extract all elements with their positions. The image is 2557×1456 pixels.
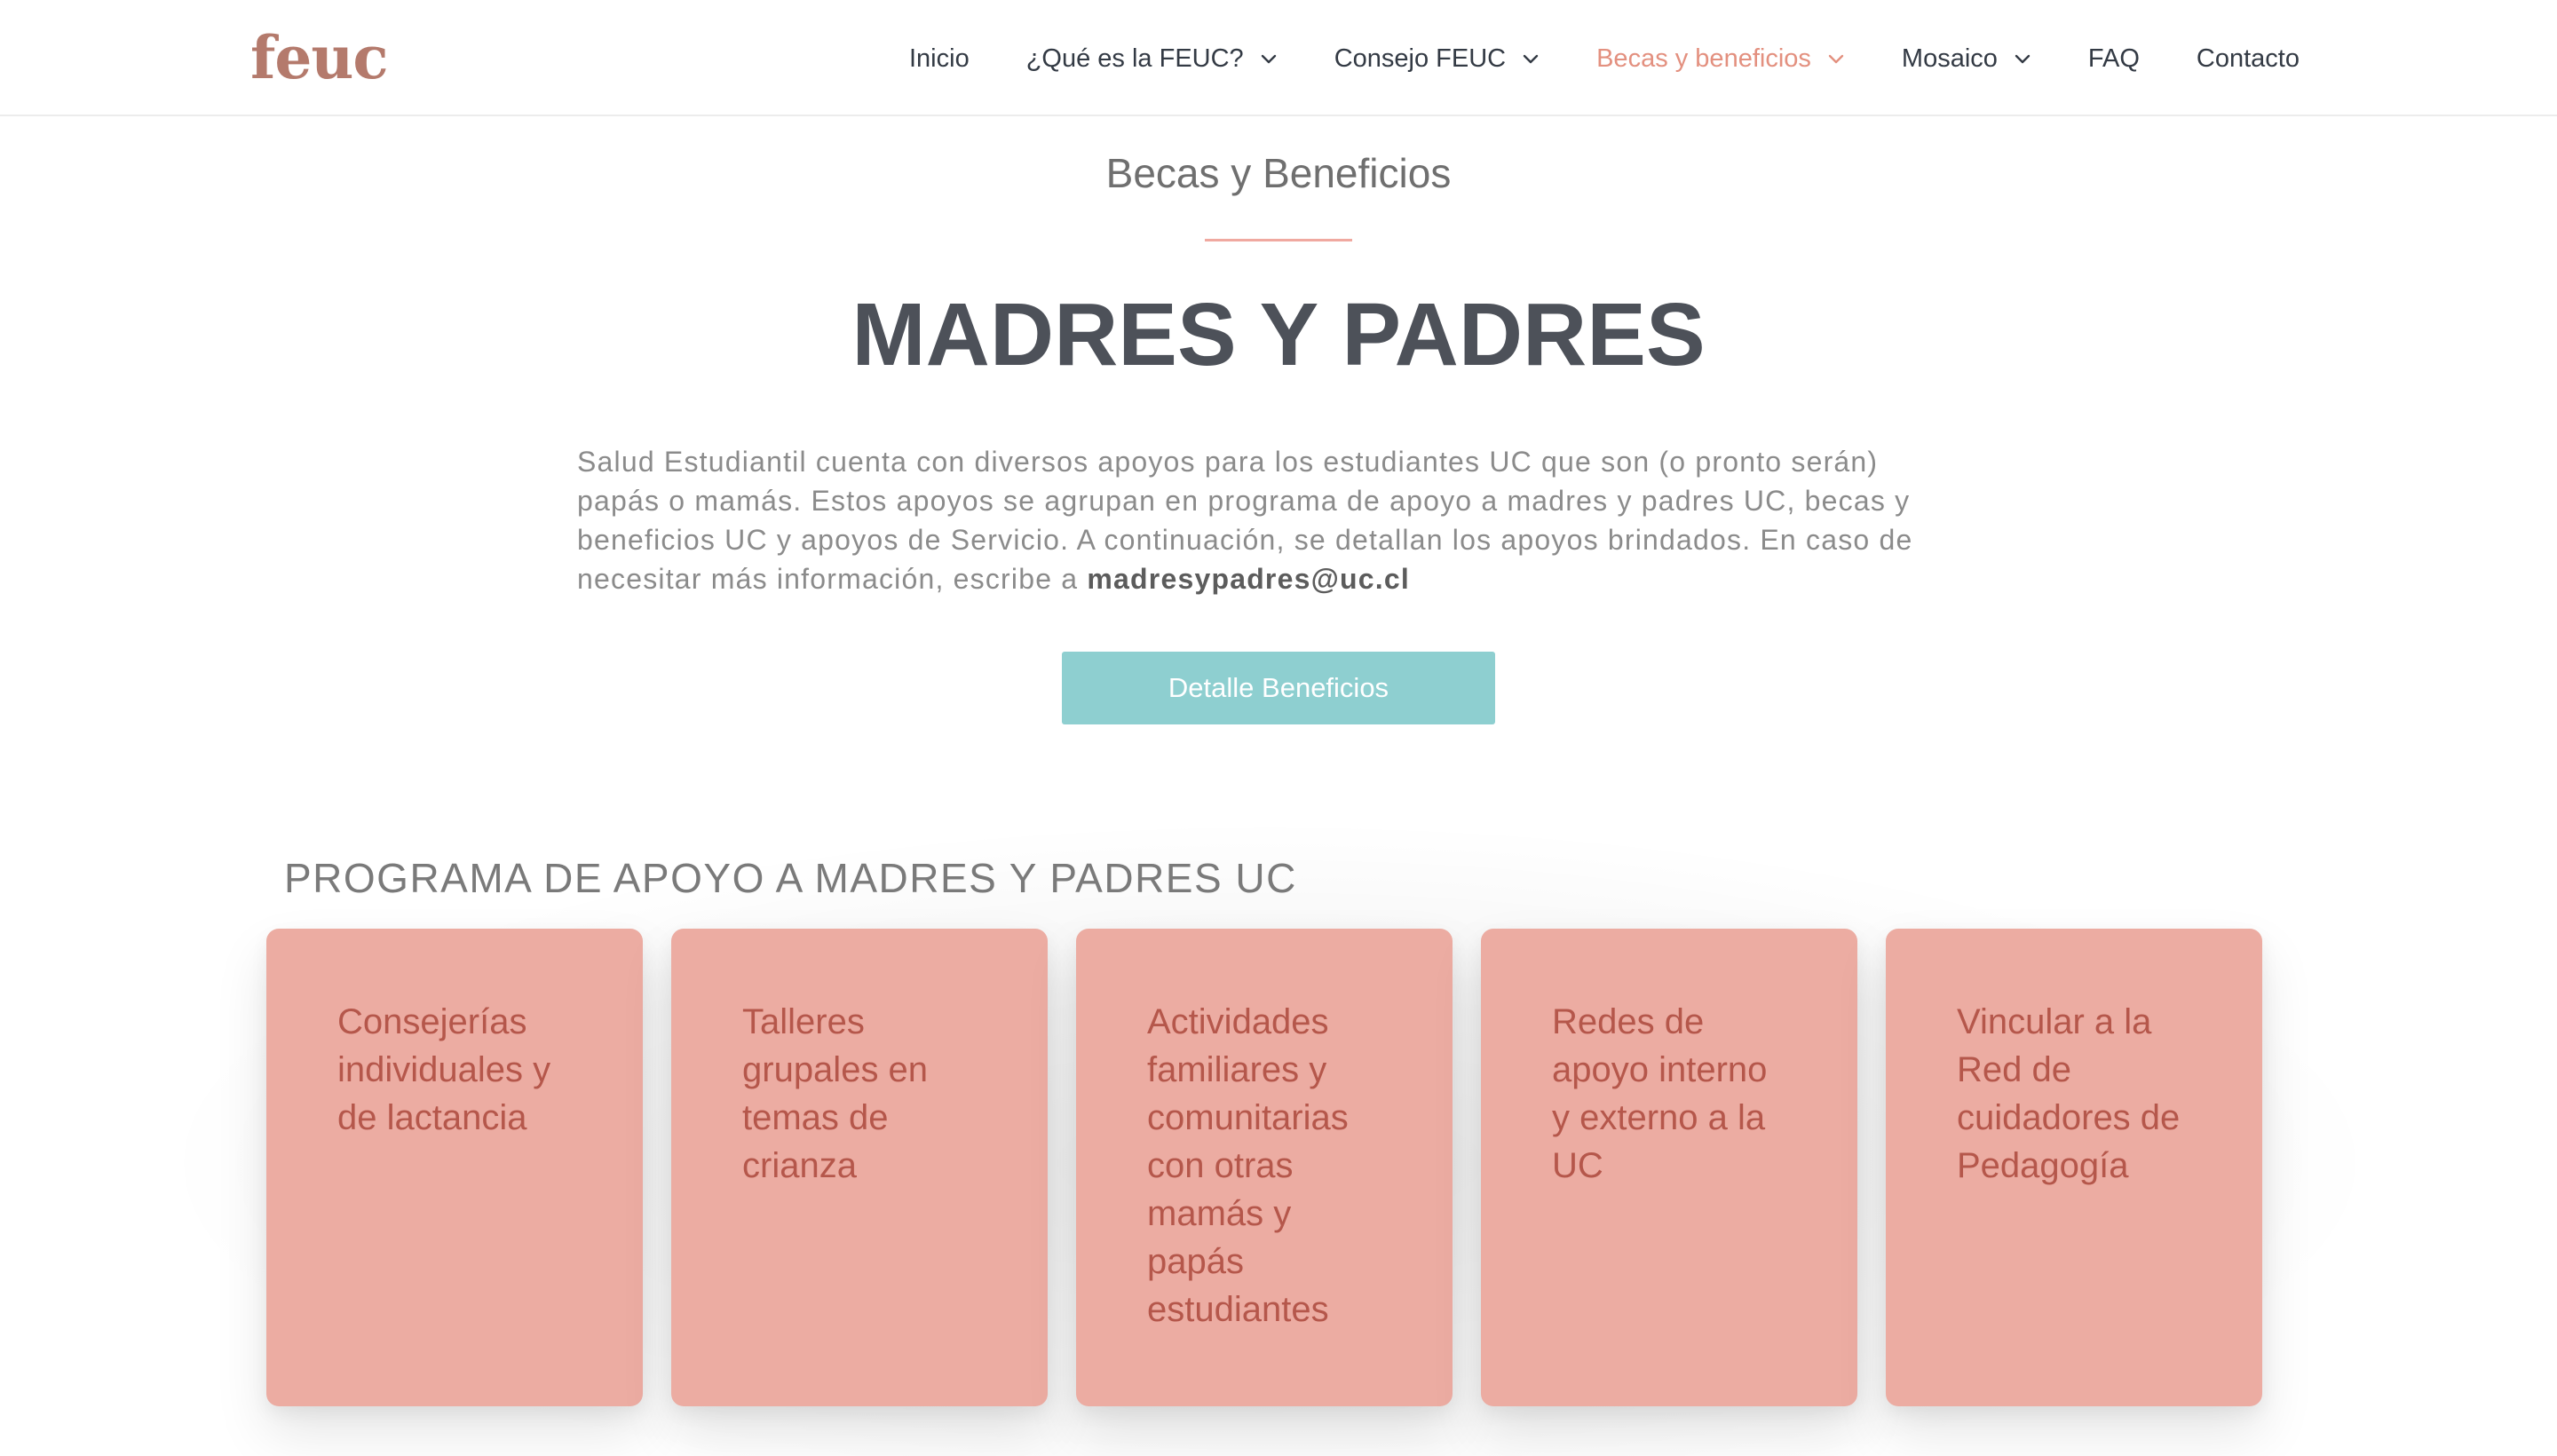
intro-line: Salud Estudiantil cuenta con diversos ap… — [577, 446, 1879, 478]
card-label-line: grupales en — [742, 1050, 929, 1089]
nav-item-label: Contacto — [2196, 44, 2300, 73]
nav-item-inicio[interactable]: Inicio — [909, 39, 970, 78]
nav-item-mosaico[interactable]: Mosaico — [1902, 39, 2031, 78]
nav-item-faq[interactable]: FAQ — [2088, 39, 2140, 78]
site-header: feuc Inicio ¿Qué es la FEUC? Consejo FEU… — [0, 0, 2557, 116]
main-nav: Inicio ¿Qué es la FEUC? Consejo FEUC Bec… — [909, 39, 2300, 78]
nav-item-label: Consejo FEUC — [1334, 44, 1507, 73]
card-label-line: papás — [1147, 1242, 1244, 1281]
card-label-line: apoyo interno — [1552, 1050, 1768, 1089]
page-title: MADRES Y PADRES — [851, 285, 1706, 384]
card-label-line: cuidadores de — [1957, 1098, 2181, 1137]
section-title: PROGRAMA DE APOYO A MADRES Y PADRES UC — [284, 855, 1297, 901]
page: feuc Inicio ¿Qué es la FEUC? Consejo FEU… — [0, 0, 2557, 1456]
nav-item-label: FAQ — [2087, 44, 2140, 73]
card-label-line: temas de — [742, 1098, 889, 1137]
card-label-line: Actividades — [1147, 1002, 1329, 1041]
program-card-actividades[interactable]: Actividades familiares y comunitarias co… — [1076, 929, 1453, 1406]
card-label-line: Vincular a la — [1957, 1002, 2152, 1041]
nav-item-becas-y-beneficios[interactable]: Becas y beneficios — [1596, 39, 1845, 78]
program-card-consejerias[interactable]: Consejerías individuales y de lactancia — [266, 929, 643, 1406]
card-label: Talleres grupales en temas de crianza — [742, 998, 1000, 1190]
card-label-line: mamás y — [1147, 1194, 1292, 1233]
nav-item-label: ¿Qué es la FEUC? — [1025, 44, 1244, 73]
card-label-line: Pedagogía — [1957, 1146, 2129, 1185]
nav-item-label: Mosaico — [1901, 44, 1998, 73]
nav-item-label: Inicio — [909, 44, 970, 73]
card-label-line: Redes de — [1552, 1002, 1705, 1041]
nav-item-consejo-feuc[interactable]: Consejo FEUC — [1334, 39, 1540, 78]
chevron-down-icon — [1827, 50, 1845, 67]
intro-line: beneficios UC y apoyos de Servicio. A co… — [577, 524, 1913, 556]
program-card-vincular[interactable]: Vincular a la Red de cuidadores de Pedag… — [1886, 929, 2262, 1406]
nav-item-contacto[interactable]: Contacto — [2197, 39, 2300, 78]
card-label: Consejerías individuales y de lactancia — [337, 998, 595, 1142]
detalle-beneficios-button[interactable]: Detalle Beneficios — [1062, 652, 1495, 724]
feuc-logo[interactable]: feuc — [250, 23, 389, 92]
intro-paragraph: Salud Estudiantil cuenta con diversos ap… — [577, 442, 1989, 598]
card-label-line: UC — [1552, 1146, 1603, 1185]
chevron-down-icon — [1522, 50, 1540, 67]
nav-item-label: Becas y beneficios — [1596, 44, 1811, 73]
intro-line: papás o mamás. Estos apoyos se agrupan e… — [577, 485, 1911, 517]
card-label-line: familiares y — [1147, 1050, 1327, 1089]
program-card-talleres[interactable]: Talleres grupales en temas de crianza — [671, 929, 1048, 1406]
card-label: Redes de apoyo interno y externo a la UC — [1552, 998, 1809, 1190]
contact-email[interactable]: madresypadres@uc.cl — [1087, 563, 1410, 595]
chevron-down-icon — [1260, 50, 1278, 67]
chevron-down-icon — [2014, 50, 2031, 67]
card-label-line: Red de — [1957, 1050, 2071, 1089]
card-label-line: estudiantes — [1147, 1290, 1329, 1329]
card-label-line: comunitarias — [1147, 1098, 1349, 1137]
program-card-redes[interactable]: Redes de apoyo interno y externo a la UC — [1481, 929, 1857, 1406]
card-label-line: con otras — [1147, 1146, 1294, 1185]
card-label-line: y externo a la — [1552, 1098, 1766, 1137]
nav-item-que-es-la-feuc[interactable]: ¿Qué es la FEUC? — [1026, 39, 1278, 78]
card-label-line: Consejerías — [337, 1002, 527, 1041]
card-label-line: Talleres — [742, 1002, 865, 1041]
page-subtitle: Becas y Beneficios — [1105, 150, 1452, 196]
card-label-line: individuales y — [337, 1050, 551, 1089]
title-divider — [1205, 239, 1352, 241]
intro-line: necesitar más información, escribe a — [577, 563, 1088, 595]
card-label: Vincular a la Red de cuidadores de Pedag… — [1957, 998, 2214, 1190]
card-label-line: crianza — [742, 1146, 857, 1185]
card-label: Actividades familiares y comunitarias co… — [1147, 998, 1405, 1333]
card-label-line: de lactancia — [337, 1098, 527, 1137]
